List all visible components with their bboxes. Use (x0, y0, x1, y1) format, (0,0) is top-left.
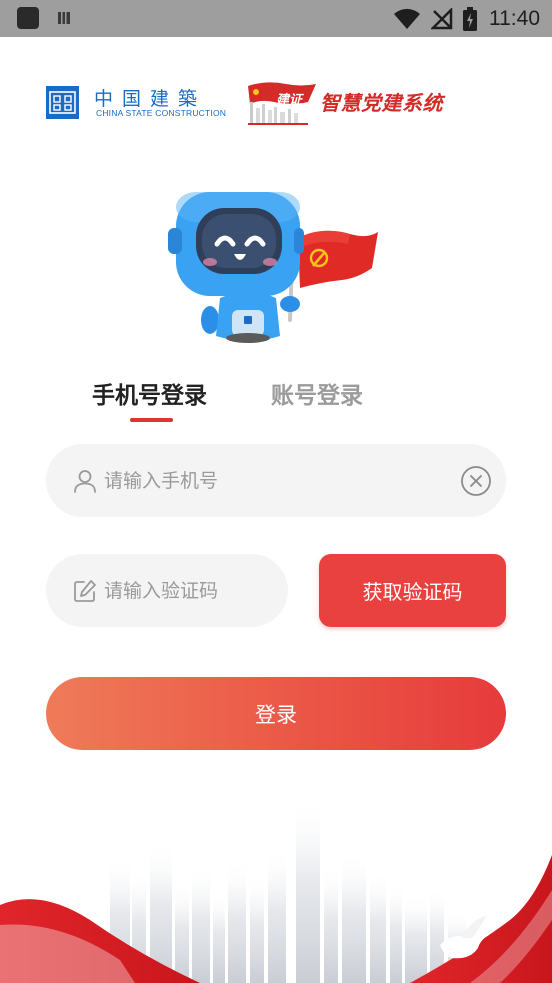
party-system-title: 智慧党建系统 (320, 91, 443, 115)
robot-mascot-illustration (168, 192, 378, 343)
party-building-logo: 建证 智慧党建系统 (246, 80, 476, 126)
cscec-logo: 中国建築 CHINA STATE CONSTRUCTION (46, 86, 226, 120)
user-icon (74, 470, 96, 493)
status-bar: 11:40 (0, 0, 552, 37)
notification-square-icon (17, 7, 39, 29)
cscec-mark-icon (46, 86, 79, 119)
phone-input[interactable] (104, 464, 444, 498)
tab-phone-login[interactable]: 手机号登录 (92, 376, 207, 410)
clear-input-icon[interactable] (460, 465, 492, 497)
wifi-icon (394, 8, 420, 29)
verification-code-input[interactable] (104, 574, 279, 608)
active-tab-indicator (130, 418, 173, 422)
login-button[interactable]: 登录 (46, 677, 506, 750)
city-skyline-background (0, 796, 552, 983)
verification-code-field (46, 554, 288, 627)
status-icons: 11:40 (393, 5, 540, 33)
sim-card-icon (58, 12, 70, 24)
clock: 11:40 (489, 7, 540, 30)
cscec-english-name: CHINA STATE CONSTRUCTION (96, 108, 227, 118)
tab-account-login[interactable]: 账号登录 (271, 376, 363, 410)
cscec-chinese-name: 中国建築 (94, 88, 207, 110)
phone-field (46, 444, 506, 517)
party-brand-text: 建证 (276, 93, 303, 108)
battery-charging-icon (463, 7, 477, 31)
edit-icon (74, 580, 96, 602)
get-verification-code-button[interactable]: 获取验证码 (319, 554, 506, 627)
no-signal-icon (431, 8, 453, 30)
